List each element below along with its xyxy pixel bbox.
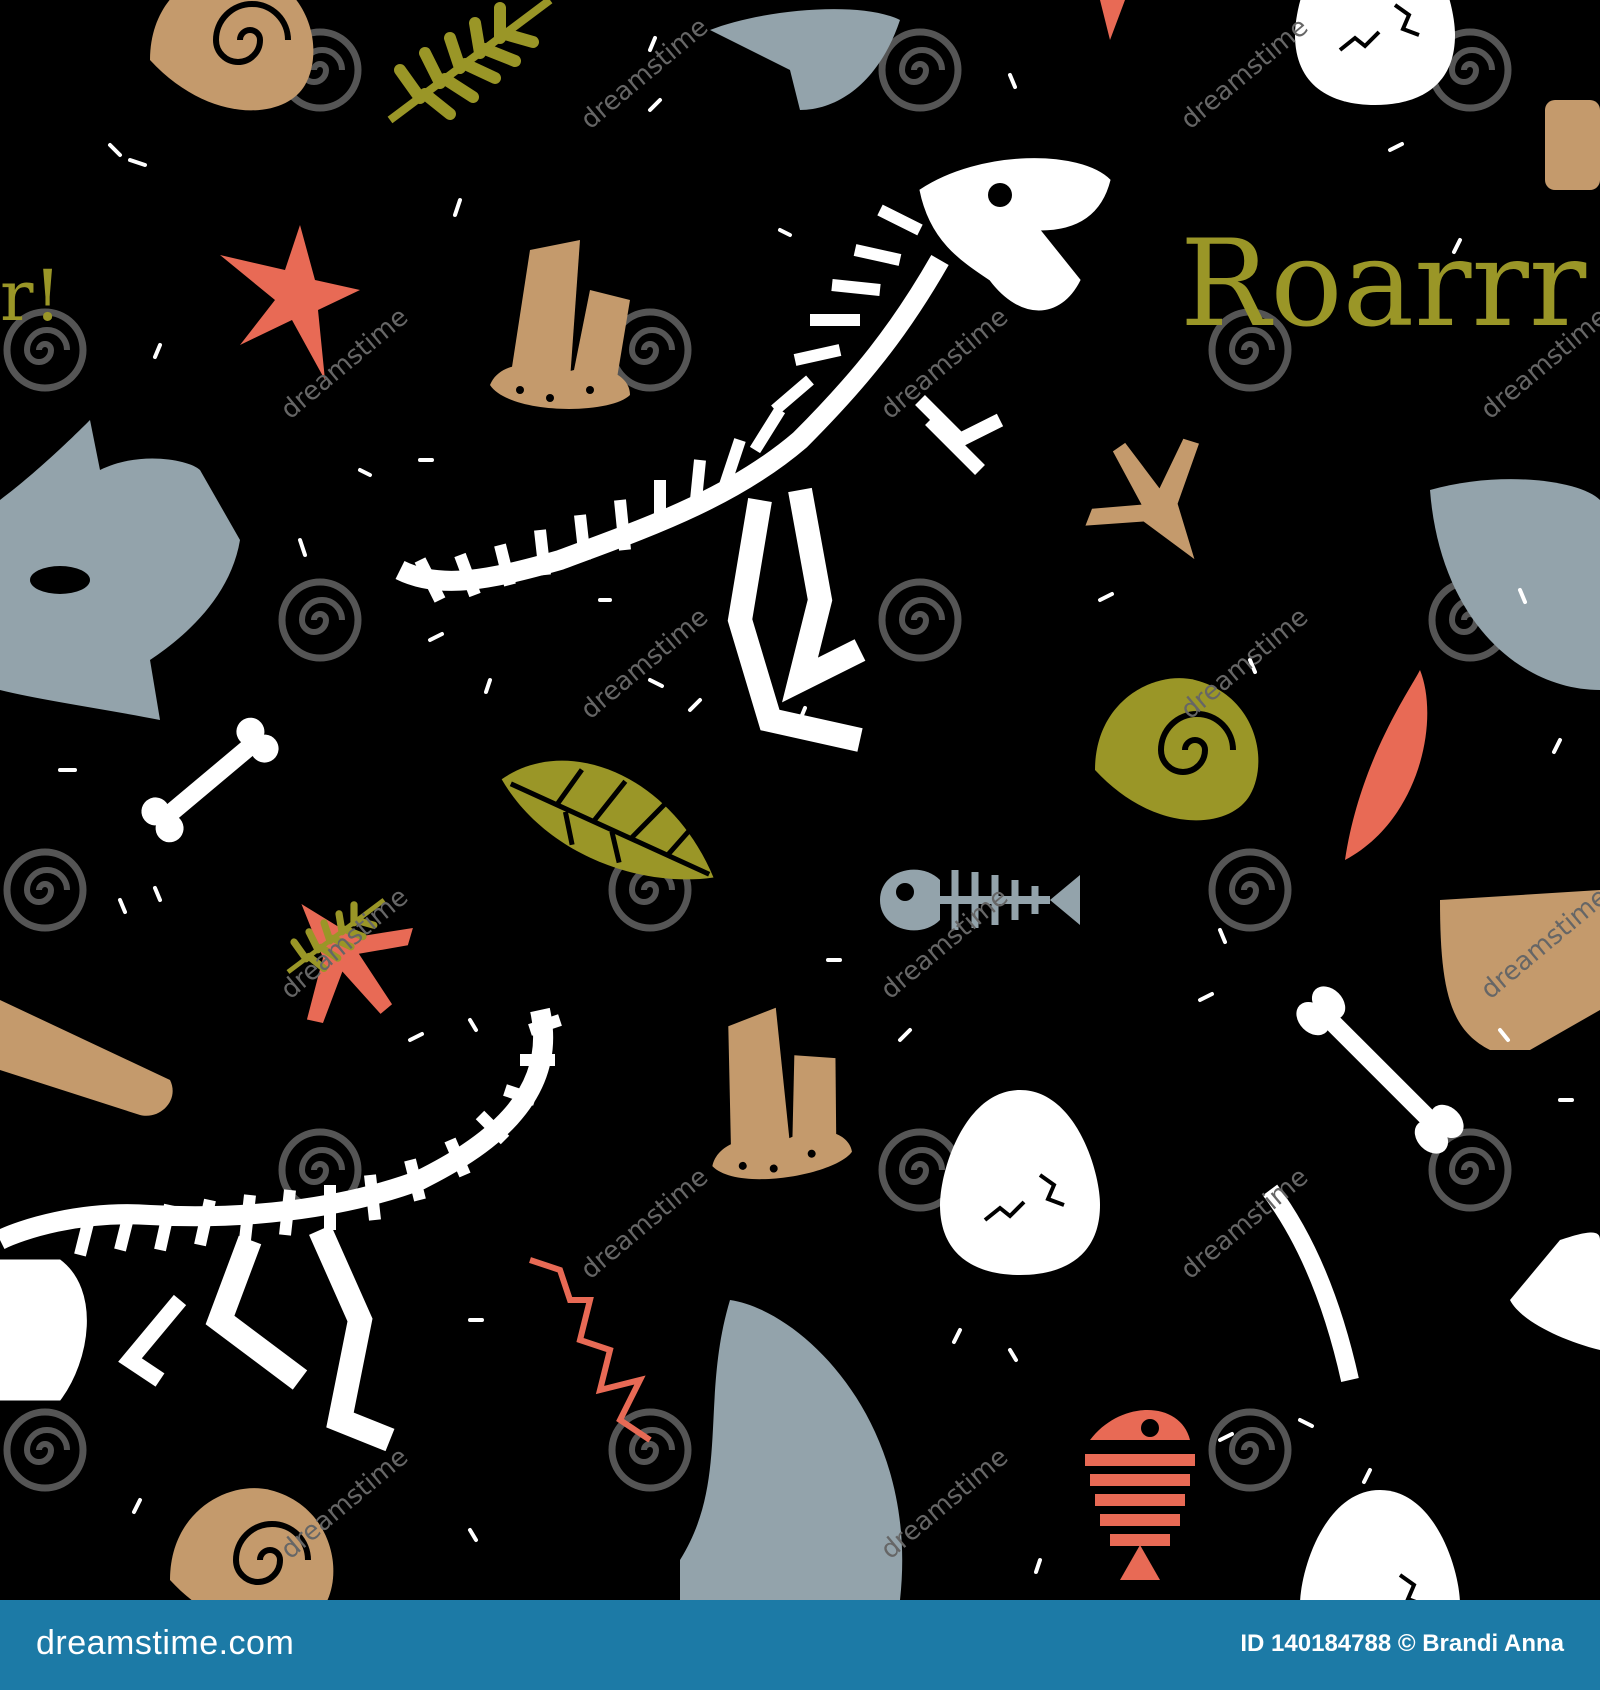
stock-image: Roarrr r! dreamstime dreamstime dreamsti… [0, 0, 1600, 1690]
stock-footer: dreamstime.com ID 140184788 © Brandi Ann… [0, 1600, 1600, 1690]
coral-leaf [1345, 670, 1428, 860]
t-rex-skeleton [395, 158, 1111, 752]
fish-skeleton-coral [1085, 1410, 1195, 1580]
ammonite-shell [1095, 678, 1258, 820]
dinosaur-fossil-pattern: Roarrr r! dreamstime dreamstime dreamsti… [0, 0, 1600, 1600]
svg-text:dreamstime: dreamstime [1175, 602, 1314, 725]
dino-egg-top [1293, 0, 1457, 107]
svg-text:dreamstime: dreamstime [575, 1162, 714, 1285]
footprint-tan [1059, 408, 1252, 600]
fossil-bone-2 [1289, 979, 1471, 1161]
site-logo[interactable]: dreamstime.com [36, 1624, 294, 1663]
edge-text: r! [0, 255, 62, 337]
dino-egg-center [938, 1088, 1102, 1277]
dino-egg-bottom [1298, 1488, 1462, 1600]
roar-text: Roarrr [1180, 215, 1587, 354]
shark-fin-bottom [680, 1300, 903, 1600]
crystal-cluster-1 [490, 240, 630, 409]
svg-text:dreamstime: dreamstime [575, 12, 714, 135]
image-credit: ID 140184788 © Brandi Anna [1240, 1630, 1564, 1657]
svg-text:dreamstime: dreamstime [1175, 12, 1314, 135]
shark-fin-top [710, 9, 900, 111]
crystal-cluster-2 [687, 999, 855, 1190]
triceratops-skull [0, 420, 240, 720]
fern-leaf [487, 743, 734, 894]
fossil-bone-1 [135, 711, 285, 849]
